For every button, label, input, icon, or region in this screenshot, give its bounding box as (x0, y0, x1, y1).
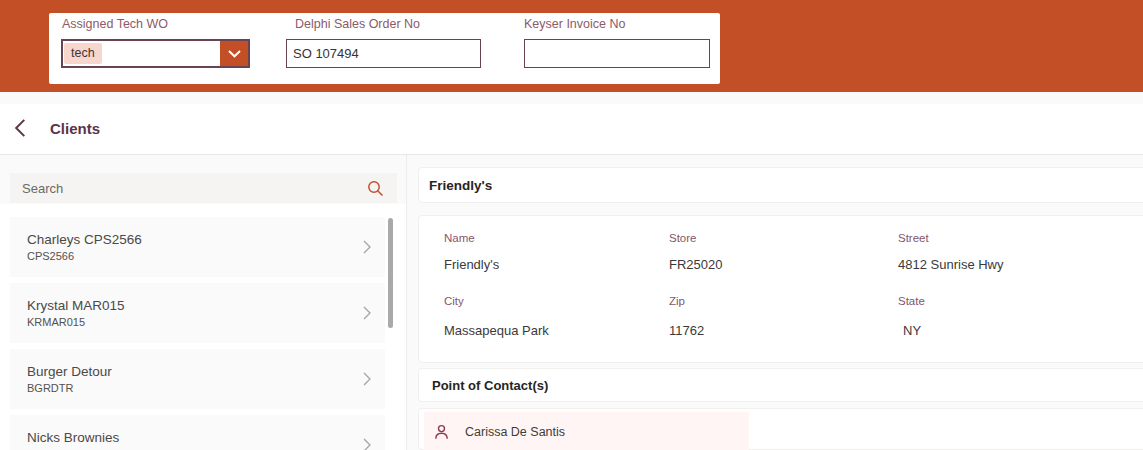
field-value: Massapequa Park (444, 323, 669, 339)
keyser-invoice-label: Keyser Invoice No (524, 17, 625, 31)
client-detail-card: Name Store Street Friendly's FR25020 481… (418, 215, 1143, 363)
client-title: Friendly's (429, 178, 492, 193)
chevron-right-icon (363, 306, 371, 320)
client-name: Nicks Brownies (27, 430, 363, 445)
field-value: FR25020 (669, 257, 898, 273)
chevron-right-icon (363, 240, 371, 254)
assigned-tech-value: tech (64, 43, 102, 65)
delphi-order-value: SO 107494 (293, 46, 359, 61)
contacts-card: Carissa De Santis (418, 408, 1143, 450)
assigned-tech-label: Assigned Tech WO (62, 17, 168, 31)
client-name: Charleys CPS2566 (27, 232, 363, 247)
list-item[interactable]: Nicks Brownies (10, 415, 385, 450)
search-icon[interactable] (367, 180, 384, 197)
field-label: Street (898, 231, 1139, 245)
client-code: CPS2566 (27, 250, 363, 262)
search-input[interactable]: Search (10, 173, 397, 203)
field-label: State (898, 294, 1139, 308)
client-title-card: Friendly's (418, 167, 1143, 203)
field-label: Store (669, 231, 898, 245)
field-value: 4812 Sunrise Hwy (898, 257, 1139, 273)
chevron-right-icon (363, 438, 371, 450)
client-name: Burger Detour (27, 364, 363, 379)
search-placeholder: Search (22, 181, 367, 196)
chevron-down-icon (228, 50, 241, 58)
dropdown-button[interactable] (220, 41, 248, 66)
back-icon[interactable] (14, 118, 27, 138)
field-value: 11762 (669, 323, 898, 339)
filter-panel: Assigned Tech WO tech Delphi Sales Order… (49, 13, 720, 84)
person-icon (434, 424, 449, 440)
contact-row[interactable]: Carissa De Santis (424, 412, 749, 450)
delphi-order-label: Delphi Sales Order No (295, 17, 420, 31)
delphi-order-input[interactable]: SO 107494 (286, 39, 481, 68)
field-value: Friendly's (444, 257, 669, 273)
chevron-right-icon (363, 372, 371, 386)
field-label: Zip (669, 294, 898, 308)
contacts-title: Point of Contact(s) (432, 378, 548, 393)
assigned-tech-dropdown[interactable]: tech (61, 39, 250, 68)
list-scrollbar[interactable] (388, 218, 393, 328)
field-label: Name (444, 231, 669, 245)
list-item[interactable]: Burger Detour BGRDTR (10, 349, 385, 409)
list-item[interactable]: Krystal MAR015 KRMAR015 (10, 283, 385, 343)
clients-header-band (0, 104, 1143, 155)
client-code: KRMAR015 (27, 316, 363, 328)
list-item[interactable]: Charleys CPS2566 CPS2566 (10, 217, 385, 277)
contact-name: Carissa De Santis (465, 425, 565, 439)
keyser-invoice-input[interactable] (524, 39, 710, 68)
client-name: Krystal MAR015 (27, 298, 363, 313)
contacts-header-card: Point of Contact(s) (418, 368, 1143, 402)
field-label: City (444, 294, 669, 308)
page-title: Clients (50, 120, 100, 137)
client-code: BGRDTR (27, 382, 363, 394)
panel-divider (406, 155, 407, 450)
field-value: NY (898, 323, 1139, 339)
